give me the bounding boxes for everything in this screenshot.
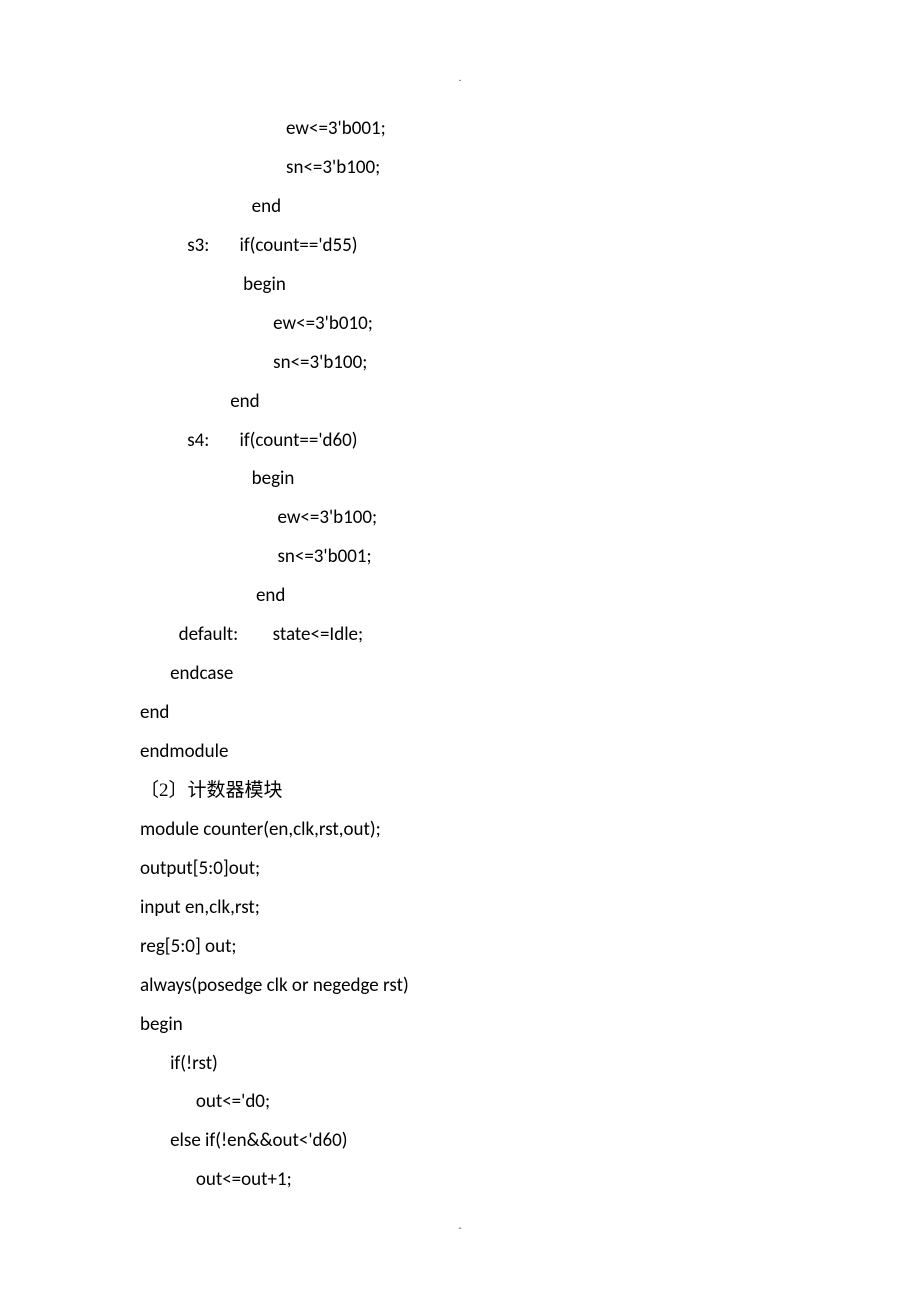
code-line: module counter(en,clk,rst,out); xyxy=(140,811,780,850)
code-line: s3: if(count=='d55) xyxy=(140,227,780,266)
page-header-mark: . xyxy=(459,68,462,89)
page-footer-mark: - xyxy=(458,1218,461,1239)
code-line: input en,clk,rst; xyxy=(140,889,780,928)
code-line: begin xyxy=(140,266,780,305)
code-line: default: state<=Idle; xyxy=(140,616,780,655)
code-line: output[5:0]out; xyxy=(140,850,780,889)
code-line: end xyxy=(140,383,780,422)
document-page: . ew<=3'b001; sn<=3'b100; end s3: if(cou… xyxy=(0,0,920,1302)
code-line: end xyxy=(140,694,780,733)
code-line: ew<=3'b100; xyxy=(140,499,780,538)
code-line: begin xyxy=(140,460,780,499)
code-line: always(posedge clk or negedge rst) xyxy=(140,967,780,1006)
code-line: endcase xyxy=(140,655,780,694)
code-line: ew<=3'b001; xyxy=(140,110,780,149)
code-line: out<='d0; xyxy=(140,1083,780,1122)
code-line: endmodule xyxy=(140,733,780,772)
code-line: ew<=3'b010; xyxy=(140,305,780,344)
code-line: if(!rst) xyxy=(140,1045,780,1084)
code-line: sn<=3'b100; xyxy=(140,344,780,383)
code-line: sn<=3'b100; xyxy=(140,149,780,188)
code-line: begin xyxy=(140,1006,780,1045)
code-line: reg[5:0] out; xyxy=(140,928,780,967)
code-line: end xyxy=(140,188,780,227)
code-line: s4: if(count=='d60) xyxy=(140,422,780,461)
code-line: out<=out+1; xyxy=(140,1161,780,1200)
section-heading: 〔2〕计数器模块 xyxy=(140,772,780,811)
code-line: else if(!en&&out<'d60) xyxy=(140,1122,780,1161)
code-line: sn<=3'b001; xyxy=(140,538,780,577)
code-line: end xyxy=(140,577,780,616)
